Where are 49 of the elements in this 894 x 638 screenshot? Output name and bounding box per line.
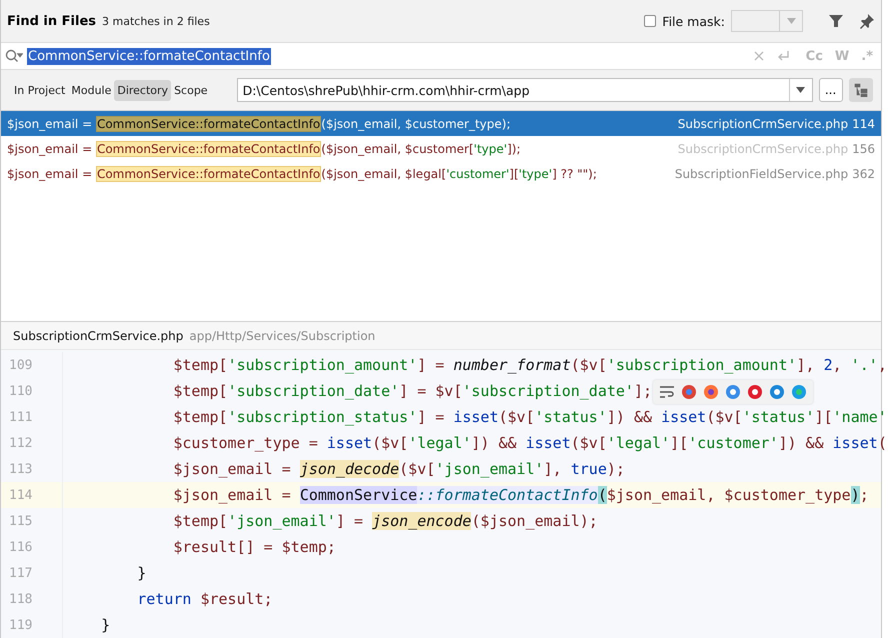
- code-line: }: [100, 616, 110, 634]
- line-number: 116: [1, 534, 63, 560]
- code-line: }: [136, 564, 146, 582]
- pin-icon[interactable]: [859, 13, 875, 29]
- search-icon[interactable]: [5, 49, 23, 63]
- search-field[interactable]: CommonService::formateContactInfo: [27, 48, 271, 64]
- line-number: 114: [1, 482, 63, 508]
- code-line: $temp['subscription_date'] = $v['subscription_date'];: [172, 382, 652, 400]
- code-line: $temp['subscription_amount'] = number_format($v['subscription_amount'], 2, '.',: [172, 356, 887, 374]
- directory-field[interactable]: D:\Centos\shrePub\hhir-crm.com\hhir-crm\app: [236, 78, 813, 102]
- match-summary: 3 matches in 2 files: [102, 14, 210, 28]
- scope-tab[interactable]: Directory: [114, 80, 172, 100]
- code-line: $customer_type = isset($v['legal']) && isset($v['legal']['customer']) && isset(: [172, 434, 887, 452]
- line-number: 112: [1, 430, 63, 456]
- filter-icon[interactable]: [829, 14, 843, 28]
- scope-tab[interactable]: Scope: [171, 80, 211, 100]
- panel-title: Find in Files: [7, 14, 96, 28]
- result-row[interactable]: $json_email = CommonService::formateContactInfo($json_email, $customer_type); SubscriptionCrmService.php 114: [1, 111, 881, 136]
- tree-icon: [854, 83, 868, 97]
- line-number: 109: [1, 352, 63, 378]
- code-line: $json_email = CommonService::formateContactInfo($json_email, $customer_type);: [172, 486, 869, 504]
- line-number: 111: [1, 404, 63, 430]
- code-line: $json_email = json_decode($v['json_email'], true);: [172, 460, 625, 478]
- line-number: 117: [1, 560, 63, 586]
- code-line: $temp['json_email'] = json_encode($json_email);: [172, 512, 598, 530]
- browser-icon[interactable]: [703, 384, 719, 400]
- line-number: 118: [1, 586, 63, 612]
- file-mask-label: File mask:: [662, 14, 725, 28]
- line-number: 115: [1, 508, 63, 534]
- browser-icon[interactable]: [769, 384, 785, 400]
- browser-icon[interactable]: [747, 384, 763, 400]
- code-line: $result[] = $temp;: [172, 538, 336, 556]
- file-mask-checkbox[interactable]: [644, 15, 656, 27]
- scope-tab[interactable]: Module: [68, 80, 114, 100]
- soft-wrap-icon[interactable]: [659, 385, 675, 399]
- browser-icon[interactable]: [791, 384, 807, 400]
- code-line: return $result;: [136, 590, 273, 608]
- scope-tab[interactable]: In Project: [11, 80, 68, 100]
- dropdown-arrow-icon: [796, 87, 806, 93]
- preview-file-name: SubscriptionCrmService.php: [13, 328, 184, 342]
- code-line: $temp['subscription_status'] = isset($v['status']) && isset($v['status']['name': [172, 408, 887, 426]
- preview-file-path: app/Http/Services/Subscription: [189, 328, 376, 342]
- browse-button[interactable]: ...: [818, 78, 843, 102]
- line-number: 119: [1, 612, 63, 638]
- browser-icon[interactable]: [681, 384, 697, 400]
- line-number: 110: [1, 378, 63, 404]
- dropdown-arrow-icon: [786, 18, 796, 24]
- browser-icon[interactable]: [725, 384, 741, 400]
- module-tree-button[interactable]: [848, 78, 873, 102]
